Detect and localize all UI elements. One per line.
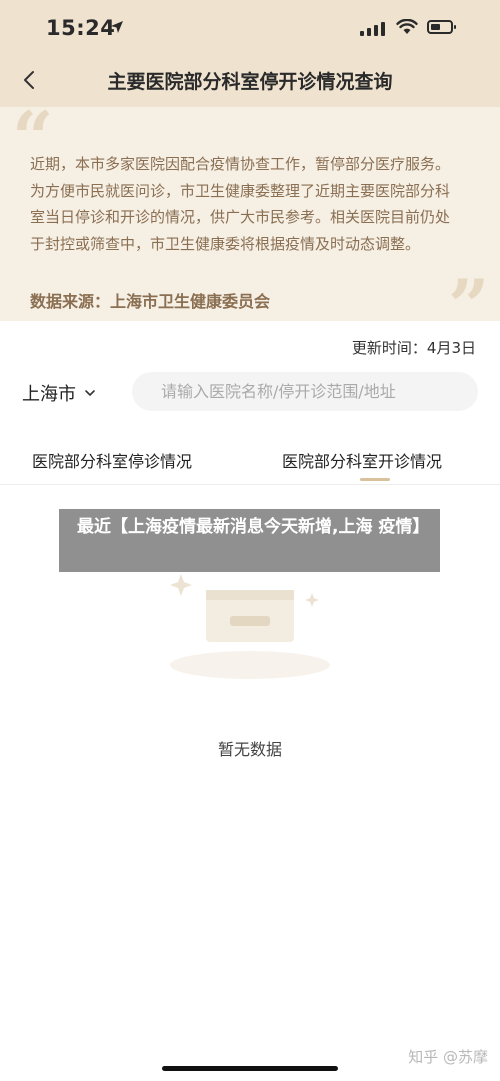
location-arrow-icon — [111, 21, 123, 33]
page-title: 主要医院部分科室停开诊情况查询 — [107, 71, 393, 93]
city-selector[interactable]: 上海市 — [22, 380, 96, 406]
search-input[interactable] — [159, 381, 463, 402]
home-indicator — [162, 1066, 338, 1071]
active-tab-indicator — [360, 478, 390, 481]
search-bar[interactable] — [132, 372, 478, 411]
notice-text: 近期，本市多家医院因配合疫情协查工作，暂停部分医疗服务。为方便市民就医问诊，市卫… — [30, 155, 451, 253]
city-label: 上海市 — [22, 384, 76, 405]
notice-source: 数据来源：上海市卫生健康委员会 — [30, 292, 271, 311]
watermark: 知乎 @苏摩 — [408, 1048, 488, 1066]
title-overlay: 最近【上海疫情最新消息今天新增,上海 疫情】 — [59, 509, 440, 572]
battery-icon — [427, 20, 456, 34]
empty-box-icon — [170, 574, 330, 679]
signal-icon — [360, 22, 385, 36]
status-time: 15:24 — [46, 16, 116, 40]
wifi-icon — [396, 19, 418, 34]
tab-closed-departments[interactable]: 医院部分科室停诊情况 — [32, 448, 192, 472]
chevron-down-icon — [85, 390, 95, 397]
update-time: 更新时间：4月3日 — [351, 339, 476, 357]
close-quote-icon: ” — [448, 263, 490, 348]
empty-state-text: 暂无数据 — [217, 740, 282, 759]
tab-open-departments[interactable]: 医院部分科室开诊情况 — [282, 448, 442, 472]
divider — [0, 484, 500, 485]
